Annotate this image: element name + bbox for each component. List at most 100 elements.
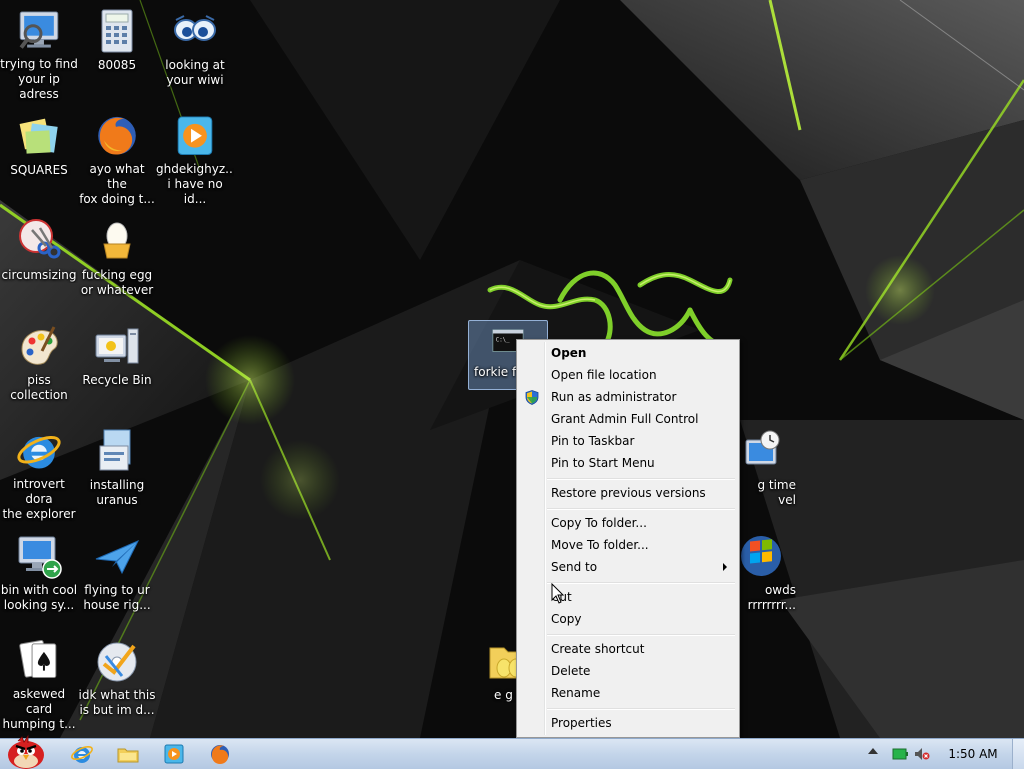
volume-muted-icon[interactable] <box>914 747 930 761</box>
desktop-icon-label: flying to ur house rig... <box>83 583 151 612</box>
desktop-icon-label: trying to find your ip adress <box>0 57 78 102</box>
playing-cards-icon <box>19 639 57 679</box>
menu-item-rename[interactable]: Rename <box>519 683 737 703</box>
desktop-icon-fucking-egg[interactable]: fucking egg or whatever <box>78 212 156 312</box>
desktop-icon-bin-cool[interactable]: bin with cool looking sy... <box>0 527 78 627</box>
desktop-icon-80085[interactable]: 80085 <box>78 2 156 102</box>
menu-item-label: Open <box>551 346 587 360</box>
desktop-icon-introvert-dora[interactable]: introvert dora the explorer <box>0 422 78 522</box>
network-computer-icon <box>19 11 59 49</box>
desktop-icon-label: piss collection <box>10 373 68 402</box>
taskbar-firefox-icon[interactable] <box>208 742 232 766</box>
desktop-icon-label: 80085 <box>97 58 137 72</box>
clock-computer-icon <box>745 430 780 465</box>
desktop-icon-label: idk what this is but im d... <box>78 688 156 717</box>
calculator-icon <box>101 9 133 53</box>
battery-icon[interactable] <box>892 747 908 761</box>
desktop-icon-label: ghdekighyz... i have no id... <box>156 162 234 207</box>
menu-item-label: Open file location <box>551 368 657 382</box>
eyes-icon <box>174 15 216 41</box>
mouse-pointer-icon <box>551 583 565 604</box>
desktop-icon-askewed-card[interactable]: askewed card humping t... <box>0 632 78 732</box>
desktop-icon-ghdekighyz[interactable]: ghdekighyz... i have no id... <box>156 107 234 207</box>
menu-separator <box>547 508 735 510</box>
menu-item-label: Properties <box>551 716 612 730</box>
desktop-icon-label: circumsizing <box>1 268 77 282</box>
egg-icon <box>103 222 131 259</box>
desktop-icon-label: fucking egg or whatever <box>80 268 154 297</box>
computer-recycle-icon <box>95 328 139 364</box>
paint-palette-icon <box>21 326 58 365</box>
menu-separator <box>547 582 735 584</box>
remote-desktop-icon <box>18 536 62 579</box>
desktop-icon-label: SQUARES <box>10 163 68 177</box>
menu-separator <box>547 634 735 636</box>
svg-text:C:\_: C:\_ <box>496 337 510 343</box>
menu-separator <box>547 478 735 480</box>
show-desktop-button[interactable] <box>1012 739 1024 769</box>
menu-item-move-to-folder[interactable]: Move To folder... <box>519 535 737 555</box>
menu-item-label: Pin to Start Menu <box>551 456 655 470</box>
menu-item-label: Move To folder... <box>551 538 649 552</box>
desktop-icon-looking-at-your-wiwi[interactable]: looking at your wiwi <box>156 2 234 102</box>
menu-item-pin-to-start-menu[interactable]: Pin to Start Menu <box>519 453 737 473</box>
desktop-icon-installing-uranus[interactable]: installing uranus <box>78 422 156 522</box>
menu-item-label: Delete <box>551 664 591 678</box>
media-player-icon <box>177 116 213 156</box>
menu-item-label: Copy <box>551 612 582 626</box>
menu-item-properties[interactable]: Properties <box>519 713 737 733</box>
desktop-icon-circumsizing[interactable]: circumsizing <box>0 212 78 312</box>
menu-item-label: Send to <box>551 560 598 574</box>
desktop-icon-squares[interactable]: SQUARES <box>0 107 78 207</box>
menu-item-delete[interactable]: Delete <box>519 661 737 681</box>
show-hidden-icons-arrow[interactable] <box>868 748 878 754</box>
submenu-arrow-icon <box>723 563 727 571</box>
desktop-icon-label: installing uranus <box>89 478 145 507</box>
sticky-notes-icon <box>19 118 58 154</box>
desktop-icon-recycle-bin[interactable]: Recycle Bin <box>78 317 156 417</box>
uac-shield-icon <box>525 390 539 405</box>
start-button-angry-bird-icon[interactable] <box>2 733 50 769</box>
menu-item-copy[interactable]: Copy <box>519 609 737 629</box>
menu-item-run-as-administrator[interactable]: Run as administrator <box>519 387 737 407</box>
menu-item-label: Copy To folder... <box>551 516 647 530</box>
desktop-icon-label: bin with cool looking sy... <box>0 583 78 612</box>
menu-item-pin-to-taskbar[interactable]: Pin to Taskbar <box>519 431 737 451</box>
menu-item-open[interactable]: Open <box>519 343 737 363</box>
firefox-icon <box>98 116 136 155</box>
taskbar-clock[interactable]: 1:50 AM <box>940 739 1006 769</box>
installer-icon <box>99 429 131 471</box>
menu-item-label: Run as administrator <box>551 390 677 404</box>
menu-item-create-shortcut[interactable]: Create shortcut <box>519 639 737 659</box>
desktop-icon-label: askewed card humping t... <box>2 687 76 732</box>
menu-item-label: Pin to Taskbar <box>551 434 635 448</box>
desktop-icon-piss-collection[interactable]: piss collection <box>0 317 78 417</box>
desktop-icon-ayo-fox[interactable]: ayo what the fox doing t... <box>78 107 156 207</box>
taskbar-windows-explorer-icon[interactable] <box>116 742 140 766</box>
desktop-icon-flying-to-ur-house[interactable]: flying to ur house rig... <box>78 527 156 627</box>
menu-item-restore-previous-versions[interactable]: Restore previous versions <box>519 483 737 503</box>
desktop-icon-idk-what-this[interactable]: idk what this is but im d... <box>78 632 156 732</box>
menu-item-grant-admin-full-control[interactable]: Grant Admin Full Control <box>519 409 737 429</box>
desktop[interactable]: trying to find your ip adress SQUARES ci… <box>0 0 1024 738</box>
windows-logo-icon <box>741 536 781 576</box>
menu-item-open-file-location[interactable]: Open file location <box>519 365 737 385</box>
desktop-icon-label: Recycle Bin <box>82 373 152 387</box>
desktop-icon-ip-address[interactable]: trying to find your ip adress <box>0 2 78 102</box>
taskbar: 1:50 AM <box>0 734 1024 769</box>
menu-item-label: Restore previous versions <box>551 486 706 500</box>
desktop-icon-label: looking at your wiwi <box>165 58 225 87</box>
menu-separator <box>547 708 735 710</box>
snipping-tool-icon <box>19 219 61 259</box>
internet-explorer-icon <box>17 436 61 469</box>
context-menu: Open Open file location Run as administr… <box>516 339 740 738</box>
taskbar-media-player-icon[interactable] <box>162 742 186 766</box>
menu-item-send-to[interactable]: Send to <box>519 557 737 577</box>
desktop-icon-label: ayo what the fox doing t... <box>79 162 155 207</box>
menu-item-label: Grant Admin Full Control <box>551 412 699 426</box>
menu-item-label: Rename <box>551 686 601 700</box>
menu-item-copy-to-folder[interactable]: Copy To folder... <box>519 513 737 533</box>
taskbar-internet-explorer-icon[interactable] <box>70 742 94 766</box>
desktop-icon-label: introvert dora the explorer <box>2 477 76 522</box>
menu-item-label: Create shortcut <box>551 642 645 656</box>
